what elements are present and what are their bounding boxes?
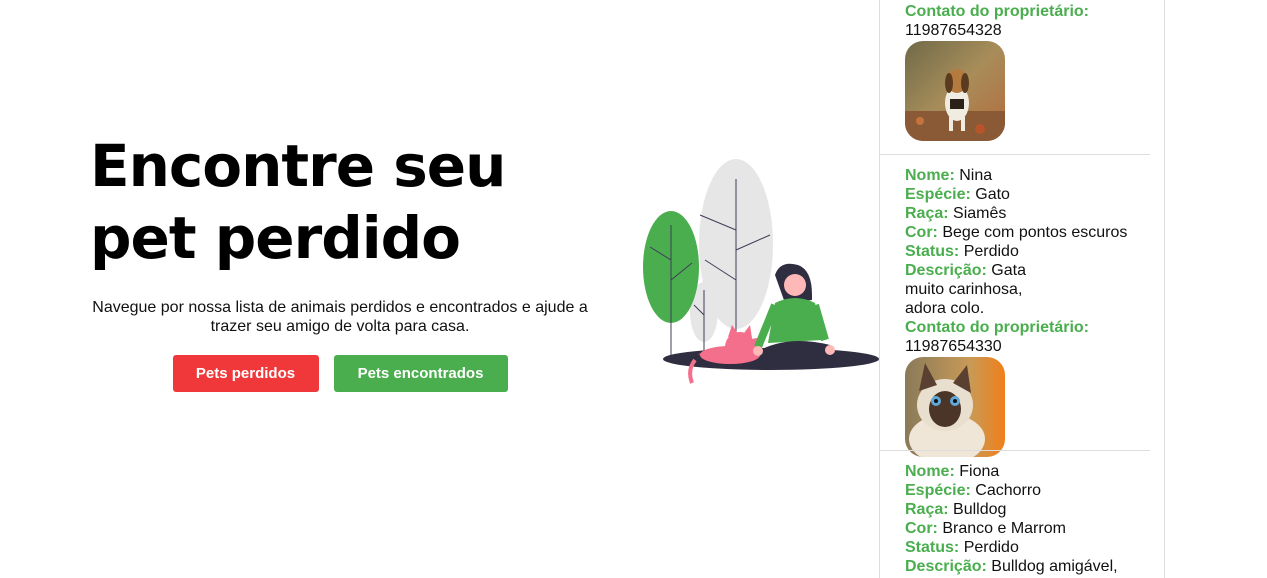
status-row: Status: Perdido [905,539,1019,556]
breed-row: Raça: Siamês [905,205,1007,222]
contact-value: 11987654330 [905,338,1002,355]
page: Encontre seu pet perdido Navegue por nos… [0,0,1267,578]
hero-description: Navegue por nossa lista de animais perdi… [92,299,588,335]
color-row: Cor: Bege com pontos escuros [905,224,1128,241]
contact-row: Contato do proprietário: [905,319,1089,336]
hero-illustration [640,155,882,387]
siamese-cat-photo-icon [905,357,1005,457]
breed-row: Raça: Bulldog [905,501,1007,518]
woman-with-cat-illustration [643,159,879,384]
pet-list-panel[interactable]: Contato do proprietário: 11987654328 Nom… [879,0,1165,578]
status-row: Status: Perdido [905,243,1019,260]
species-row: Espécie: Gato [905,186,1010,203]
pet-card[interactable]: Nome: Fiona Espécie: Cachorro Raça: Bull… [880,450,1150,576]
name-row: Nome: Nina [905,167,993,184]
beagle-photo-icon [905,41,1005,141]
hero-buttons: Pets perdidos Pets encontrados [90,355,590,392]
contact-row: Contato do proprietário: [905,3,1089,20]
page-title: Encontre seu pet perdido [90,132,506,272]
description-row: Descrição: Gata muito carinhosa, adora c… [905,262,1026,317]
found-pets-button[interactable]: Pets encontrados [333,355,508,392]
lost-pets-button[interactable]: Pets perdidos [172,355,319,392]
pet-card[interactable]: Nome: Nina Espécie: Gato Raça: Siamês Co… [880,154,1150,471]
hero-section: Encontre seu pet perdido Navegue por nos… [90,130,590,392]
contact-value: 11987654328 [905,22,1002,39]
description-row: Descrição: Bulldog amigável, [905,558,1118,575]
name-row: Nome: Fiona [905,463,1000,480]
pet-card: Contato do proprietário: 11987654328 [905,2,1150,155]
color-row: Cor: Branco e Marrom [905,520,1066,537]
species-row: Espécie: Cachorro [905,482,1042,499]
